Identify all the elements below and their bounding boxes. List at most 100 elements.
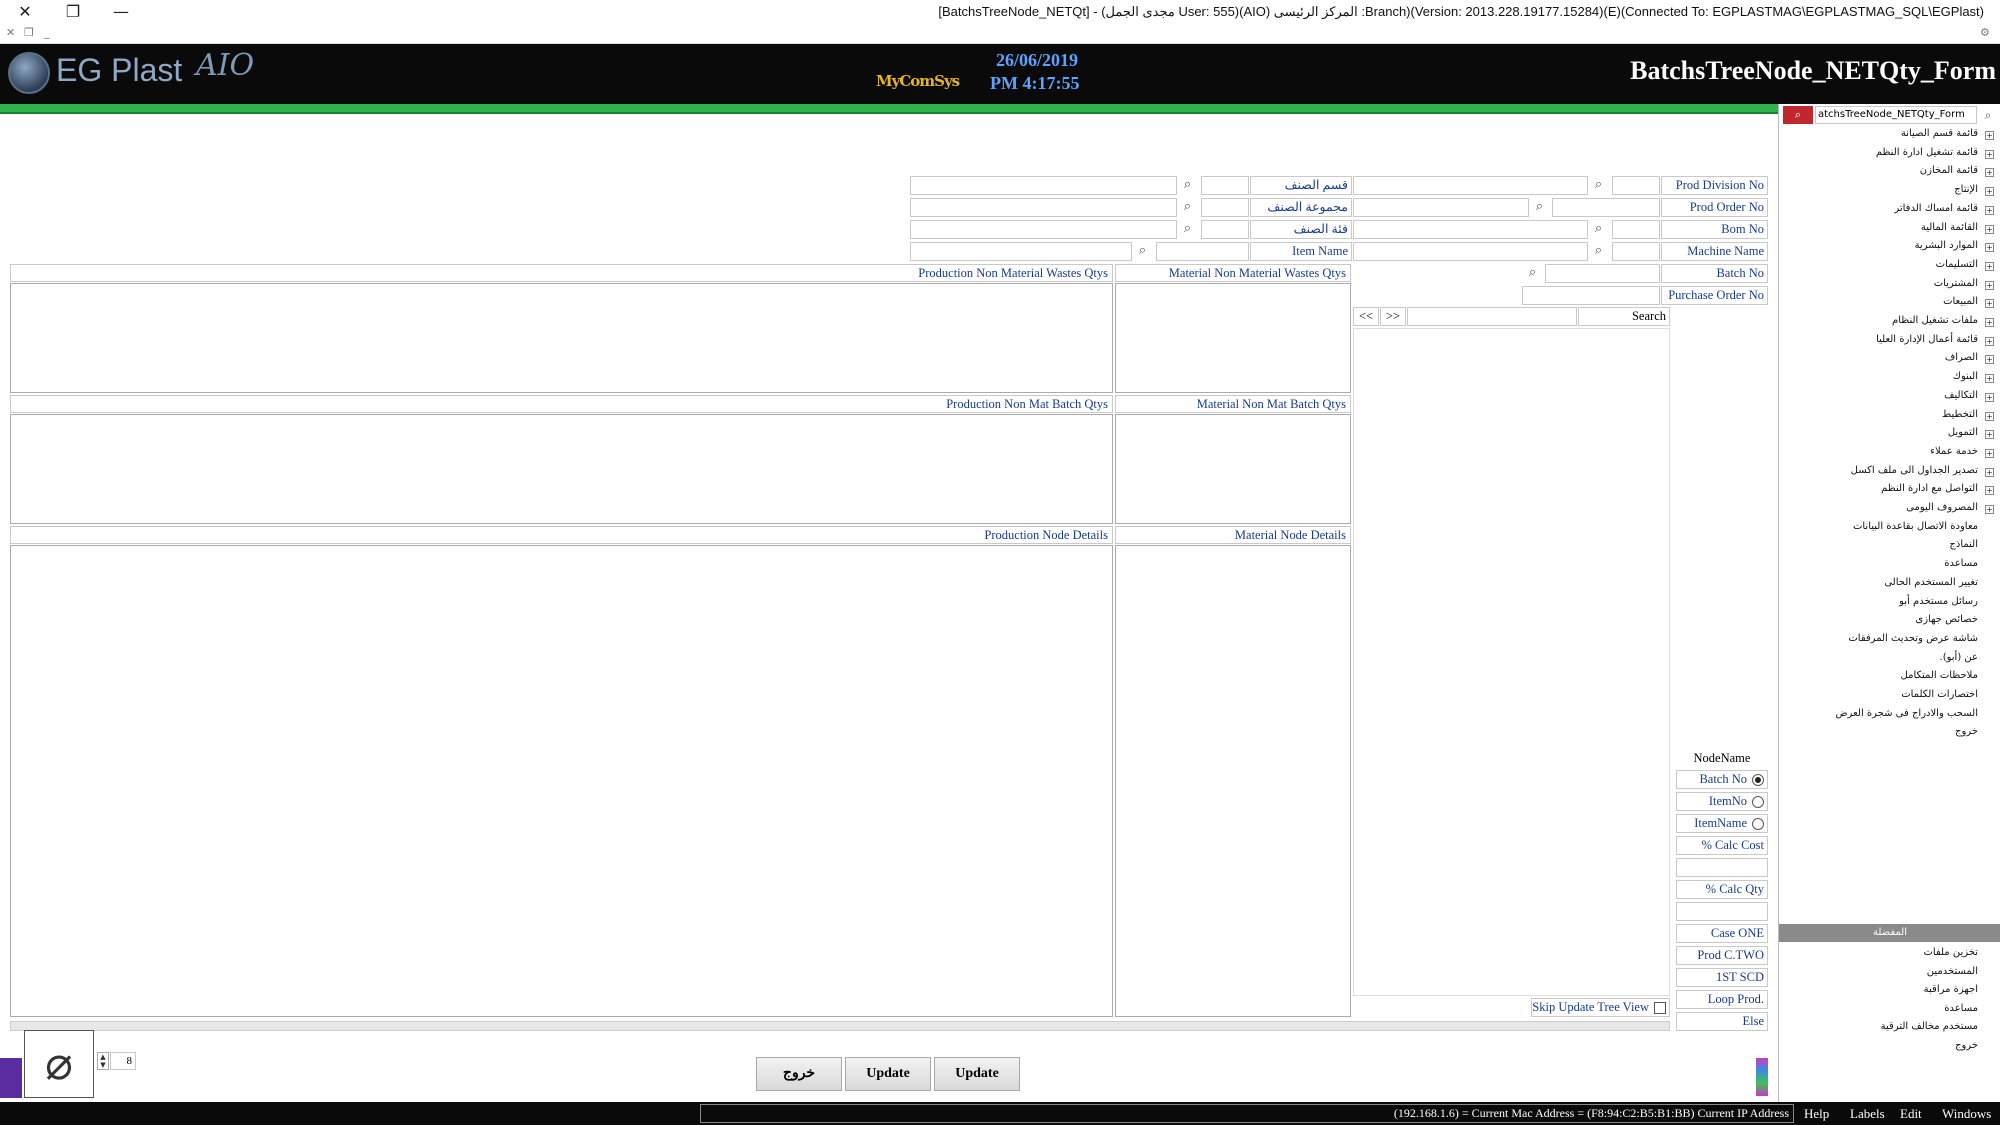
expand-plus-icon[interactable]: +: [1985, 392, 1994, 402]
window-restore-button[interactable]: ❐: [58, 2, 88, 21]
nav-item[interactable]: المبيعات: [1943, 296, 1978, 307]
prod-non-mat-batch-grid[interactable]: [10, 414, 1113, 524]
prod-node-details-grid[interactable]: [10, 545, 1113, 1017]
expand-plus-icon[interactable]: +: [1985, 243, 1994, 253]
expand-plus-icon[interactable]: +: [1985, 374, 1994, 384]
menu-help[interactable]: Help: [1804, 1106, 1829, 1122]
else-button[interactable]: Else: [1676, 1012, 1768, 1031]
favorite-item[interactable]: مستخدم مخالف الترقية: [1881, 1021, 1978, 1032]
item-no-radio[interactable]: [1752, 796, 1764, 808]
prod-division-name-input[interactable]: [1353, 176, 1588, 195]
machine-search-icon[interactable]: ⌕: [1589, 242, 1608, 261]
nav-item[interactable]: الموارد البشرية: [1915, 240, 1978, 251]
next-button[interactable]: >>: [1380, 307, 1406, 326]
exit-button[interactable]: خروج: [756, 1057, 842, 1091]
menu-edit[interactable]: Edit: [1900, 1106, 1922, 1122]
nav-item[interactable]: الإنتاج: [1954, 184, 1978, 195]
window-minimize-button[interactable]: —: [106, 2, 136, 21]
expand-plus-icon[interactable]: +: [1985, 299, 1994, 309]
expand-plus-icon[interactable]: +: [1985, 131, 1994, 140]
loop-prod-button[interactable]: Loop Prod.: [1676, 990, 1768, 1009]
nav-item[interactable]: التواصل مع ادارة النظم: [1881, 483, 1978, 494]
nav-item[interactable]: القائمة المالية: [1921, 222, 1978, 233]
nav-item[interactable]: خروج: [1955, 726, 1978, 737]
child-restore-icon[interactable]: ❐: [24, 26, 34, 39]
item-group-code-input[interactable]: [1201, 198, 1249, 217]
expand-plus-icon[interactable]: +: [1985, 336, 1994, 346]
nav-item[interactable]: التكاليف: [1944, 390, 1978, 401]
purchase-order-input[interactable]: [1522, 286, 1660, 305]
nav-item[interactable]: قائمة أعمال الإدارة العليا: [1876, 334, 1978, 345]
expand-plus-icon[interactable]: +: [1985, 318, 1994, 327]
expand-plus-icon[interactable]: +: [1985, 205, 1994, 215]
theme-strip-icon[interactable]: [1756, 1058, 1768, 1096]
tree-search-button[interactable]: Search: [1578, 307, 1670, 326]
favorite-item[interactable]: المستخدمين: [1927, 966, 1978, 977]
item-category-name-input[interactable]: [910, 220, 1177, 239]
machine-code-input[interactable]: [1612, 242, 1660, 261]
nav-item[interactable]: خصائص جهازى: [1915, 614, 1978, 625]
prod-division-code-input[interactable]: [1612, 176, 1660, 195]
nav-item[interactable]: خدمة عملاء: [1930, 446, 1978, 457]
first-scd-button[interactable]: 1ST SCD: [1676, 968, 1768, 987]
child-minimize-icon[interactable]: _: [44, 26, 50, 39]
expand-plus-icon[interactable]: +: [1985, 149, 1994, 159]
nav-search-input[interactable]: atchsTreeNode_NETQty_Form: [1815, 106, 1977, 124]
nav-search-button-icon[interactable]: ⌕: [1783, 106, 1813, 124]
calc-cost-input[interactable]: [1676, 858, 1768, 877]
nav-item[interactable]: المشتريات: [1934, 278, 1978, 289]
option-batch-no[interactable]: Batch No: [1676, 770, 1768, 789]
app-gear-icon[interactable]: ⚙: [1980, 26, 1990, 39]
favorite-item[interactable]: اجهزة مراقبة: [1924, 984, 1978, 995]
expand-plus-icon[interactable]: +: [1985, 448, 1994, 458]
nav-item[interactable]: معاودة الاتصال بقاعدة البيانات: [1853, 521, 1978, 532]
nav-item[interactable]: قائمة تشغيل ادارة النظم: [1876, 147, 1978, 158]
mat-non-mat-batch-grid[interactable]: [1115, 414, 1351, 524]
case-one-button[interactable]: Case ONE: [1676, 924, 1768, 943]
item-name-code-input[interactable]: [1156, 242, 1249, 261]
prod-order-name-input[interactable]: [1353, 198, 1529, 217]
prev-button[interactable]: <<: [1353, 307, 1379, 326]
item-group-search-icon[interactable]: ⌕: [1178, 198, 1197, 217]
nav-item[interactable]: ملاحظات المتكامل: [1901, 670, 1978, 681]
item-name-search-icon[interactable]: ⌕: [1133, 242, 1152, 261]
nav-item[interactable]: قائمة امساك الدفاتر: [1894, 203, 1978, 214]
prod-division-search-icon[interactable]: ⌕: [1589, 176, 1608, 195]
machine-name-input[interactable]: [1353, 242, 1588, 261]
window-close-button[interactable]: ✕: [10, 2, 40, 21]
nav-item[interactable]: عن (أبو).: [1940, 652, 1978, 663]
item-category-code-input[interactable]: [1201, 220, 1249, 239]
attachment-paperclip-icon[interactable]: ⌀: [24, 1030, 94, 1098]
item-section-code-input[interactable]: [1201, 176, 1249, 195]
mat-node-details-grid[interactable]: [1115, 545, 1351, 1017]
nav-item[interactable]: التخطيط: [1942, 409, 1978, 420]
item-section-search-icon[interactable]: ⌕: [1178, 176, 1197, 195]
nav-item[interactable]: تصدير الجداول الى ملف اكسل: [1851, 465, 1978, 476]
expand-plus-icon[interactable]: +: [1985, 224, 1994, 234]
expand-plus-icon[interactable]: +: [1985, 486, 1994, 496]
expand-plus-icon[interactable]: +: [1985, 355, 1994, 365]
side-tab-marker[interactable]: [0, 1058, 22, 1098]
item-name-input[interactable]: [910, 242, 1132, 261]
update-button-1[interactable]: Update: [845, 1057, 931, 1091]
item-category-search-icon[interactable]: ⌕: [1178, 220, 1197, 239]
nav-item[interactable]: المصروف اليومى: [1906, 502, 1978, 513]
batch-no-radio[interactable]: [1752, 774, 1764, 786]
child-close-icon[interactable]: ✕: [6, 26, 15, 39]
expand-plus-icon[interactable]: +: [1985, 261, 1994, 271]
nav-item[interactable]: ملفات تشغيل النظام: [1892, 315, 1978, 326]
mat-non-mat-wastes-grid[interactable]: [1115, 283, 1351, 393]
tree-search-input[interactable]: [1407, 307, 1577, 326]
nav-item[interactable]: البنوك: [1953, 371, 1978, 382]
bom-no-code-input[interactable]: [1612, 220, 1660, 239]
expand-plus-icon[interactable]: +: [1985, 430, 1994, 440]
nav-item[interactable]: مساعدة: [1944, 558, 1978, 569]
nav-item[interactable]: قائمة المخازن: [1920, 165, 1978, 176]
nav-item[interactable]: التسليمات: [1936, 259, 1978, 270]
item-section-name-input[interactable]: [910, 176, 1177, 195]
batch-no-search-icon[interactable]: ⌕: [1523, 264, 1542, 283]
batch-no-input[interactable]: [1545, 264, 1660, 283]
favorite-item[interactable]: خروج: [1955, 1040, 1978, 1051]
prod-c-two-button[interactable]: Prod C.TWO: [1676, 946, 1768, 965]
calc-qty-input[interactable]: [1676, 902, 1768, 921]
